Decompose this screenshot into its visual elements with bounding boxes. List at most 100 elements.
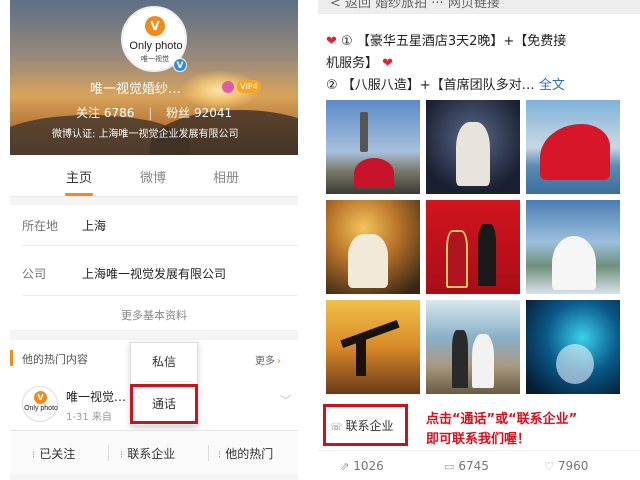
hot-more-label: 更多 — [255, 356, 275, 367]
photo-grid — [326, 100, 620, 394]
tab-home[interactable]: 主页 — [66, 167, 92, 186]
his-hot-button[interactable]: ⁝ 他的热门 — [218, 445, 273, 462]
fans-label[interactable]: 粉丝 — [166, 106, 190, 120]
location-value: 上海 — [82, 219, 107, 233]
profile-action-bar: ⁝ 已关注 ⁝ 联系企业 ⁝ 他的热门 — [10, 430, 298, 474]
photo-detail — [540, 124, 610, 180]
photo-thumbnail[interactable] — [526, 100, 620, 194]
tab-album[interactable]: 相册 — [213, 167, 239, 186]
photo-detail — [552, 236, 596, 290]
tab-weibo[interactable]: 微博 — [140, 167, 166, 186]
post-line: ② 【八服八造】+【首席团队多对… 全文 — [326, 74, 565, 93]
hot-content-title: 他的热门内容 — [22, 353, 88, 366]
profile-tabs: 主页 微博 相册 — [10, 155, 298, 197]
photo-detail — [456, 122, 490, 186]
photo-thumbnail[interactable] — [326, 100, 420, 194]
like-count: 7960 — [557, 459, 589, 473]
like-icon: ♡ — [544, 460, 554, 473]
profile-panel: V Only photo 唯一视觉 V 唯一视觉婚纱… VIP4 关注 6786… — [10, 0, 298, 480]
photo-detail — [340, 319, 400, 349]
photo-detail — [446, 230, 468, 288]
active-tab-indicator — [65, 193, 93, 196]
photo-thumbnail[interactable] — [426, 200, 520, 294]
comment-count: 6745 — [458, 459, 489, 473]
photo-detail — [348, 234, 388, 288]
certification-text: 微博认证: 上海唯一视觉企业发展有限公司 — [52, 129, 239, 140]
vip-badge: VIP4 — [237, 80, 261, 93]
followed-button[interactable]: ⁝ 已关注 — [32, 445, 75, 462]
post-panel: < 返回 婚纱旅拍 ··· 网页链接 ❤ ① 【豪华五星酒店3天2晚】+【免费接… — [318, 0, 640, 480]
post-text: ② 【八服八造】+【首席团队多对… — [326, 78, 535, 93]
heart-icon: ❤ — [382, 56, 394, 71]
comment-button[interactable]: ▭ 6745 — [444, 459, 489, 473]
screenshot-root: V Only photo 唯一视觉 V 唯一视觉婚纱… VIP4 关注 6786… — [0, 0, 640, 480]
divider — [22, 245, 298, 246]
photo-detail — [354, 158, 394, 188]
post-line: ❤ ① 【豪华五星酒店3天2晚】+【免费接 — [326, 30, 566, 49]
post-text: ① 【豪华五星酒店3天2晚】+【免费接 — [341, 34, 567, 49]
company-label: 公司 — [22, 267, 47, 281]
photo-thumbnail[interactable] — [526, 300, 620, 394]
profile-cover: V Only photo 唯一视觉 V 唯一视觉婚纱… VIP4 关注 6786… — [10, 0, 298, 180]
profile-stats: 关注 6786 | 粉丝 92041 — [76, 104, 232, 121]
photo-thumbnail[interactable] — [426, 300, 520, 394]
contact-company-label: 联系企业 — [127, 447, 176, 461]
photo-detail — [478, 224, 496, 286]
divider — [208, 445, 209, 461]
full-text-link[interactable]: 全文 — [539, 78, 565, 93]
company-value: 上海唯一视觉发展有限公司 — [82, 267, 227, 281]
photo-detail — [452, 330, 468, 388]
menu-icon: ⁝ — [120, 450, 124, 461]
following-label[interactable]: 关注 — [76, 106, 100, 120]
repost-count: 1026 — [353, 459, 384, 473]
contact-company-label: 联系企业 — [345, 419, 394, 433]
post-line: 机服务】 ❤ — [326, 52, 393, 71]
like-button[interactable]: ♡ 7960 — [544, 459, 588, 473]
fans-count[interactable]: 92041 — [194, 106, 232, 120]
his-hot-label: 他的热门 — [225, 447, 274, 461]
following-count[interactable]: 6786 — [104, 106, 135, 120]
badge-icon — [222, 81, 234, 93]
photo-thumbnail[interactable] — [326, 200, 420, 294]
menu-icon: ⁝ — [218, 450, 222, 461]
divider — [137, 381, 193, 382]
instruction-note: 点击“通话”或“联系企业” — [426, 412, 578, 427]
divider — [22, 295, 298, 296]
private-message-option[interactable]: 私信 — [131, 353, 197, 370]
contact-company-button[interactable]: ⁝ 联系企业 — [120, 445, 175, 462]
photo-detail — [556, 344, 594, 384]
photo-detail — [356, 336, 366, 376]
post-action-bar: ⇗ 1026 ▭ 6745 ♡ 7960 — [318, 450, 640, 480]
brand-logo-icon: V — [145, 16, 165, 36]
profile-name: 唯一视觉婚纱… — [90, 82, 182, 97]
followed-label: 已关注 — [39, 447, 76, 461]
basic-info: 所在地 上海 公司 上海唯一视觉发展有限公司 更多基本资料 — [10, 205, 298, 330]
chevron-down-icon[interactable]: ﹀ — [280, 392, 291, 408]
chevron-right-icon: › — [277, 356, 281, 367]
top-bar-partial-text: < 返回 婚纱旅拍 ··· 网页链接 — [330, 0, 500, 11]
photo-thumbnail[interactable] — [426, 100, 520, 194]
hot-more-link[interactable]: 更多 › — [255, 352, 281, 367]
repost-button[interactable]: ⇗ 1026 — [340, 459, 384, 473]
avatar-brand-text: Only photo — [129, 40, 183, 52]
verified-icon: V — [173, 58, 187, 72]
avatar-brand-text: Only photo — [24, 405, 58, 412]
brand-logo-icon: V — [34, 391, 47, 404]
post-text: 机服务】 — [326, 56, 379, 71]
contact-company-button[interactable]: ☏ 联系企业 — [330, 417, 394, 434]
divider — [108, 445, 109, 461]
hot-item-avatar[interactable]: V Only photo — [22, 386, 58, 422]
stats-divider: | — [148, 106, 153, 120]
photo-detail — [472, 334, 494, 388]
annotation-highlight-box — [130, 384, 198, 424]
location-label: 所在地 — [22, 219, 59, 233]
more-info-link[interactable]: 更多基本资料 — [10, 307, 298, 323]
repost-icon: ⇗ — [340, 460, 350, 473]
section-accent-bar — [10, 350, 13, 366]
instruction-note: 即可联系我们喔！ — [426, 432, 531, 447]
photo-thumbnail[interactable] — [326, 300, 420, 394]
profile-avatar[interactable]: V Only photo 唯一视觉 V — [121, 6, 187, 72]
photo-detail — [360, 112, 368, 152]
photo-thumbnail[interactable] — [526, 200, 620, 294]
heart-icon: ❤ — [326, 34, 337, 49]
